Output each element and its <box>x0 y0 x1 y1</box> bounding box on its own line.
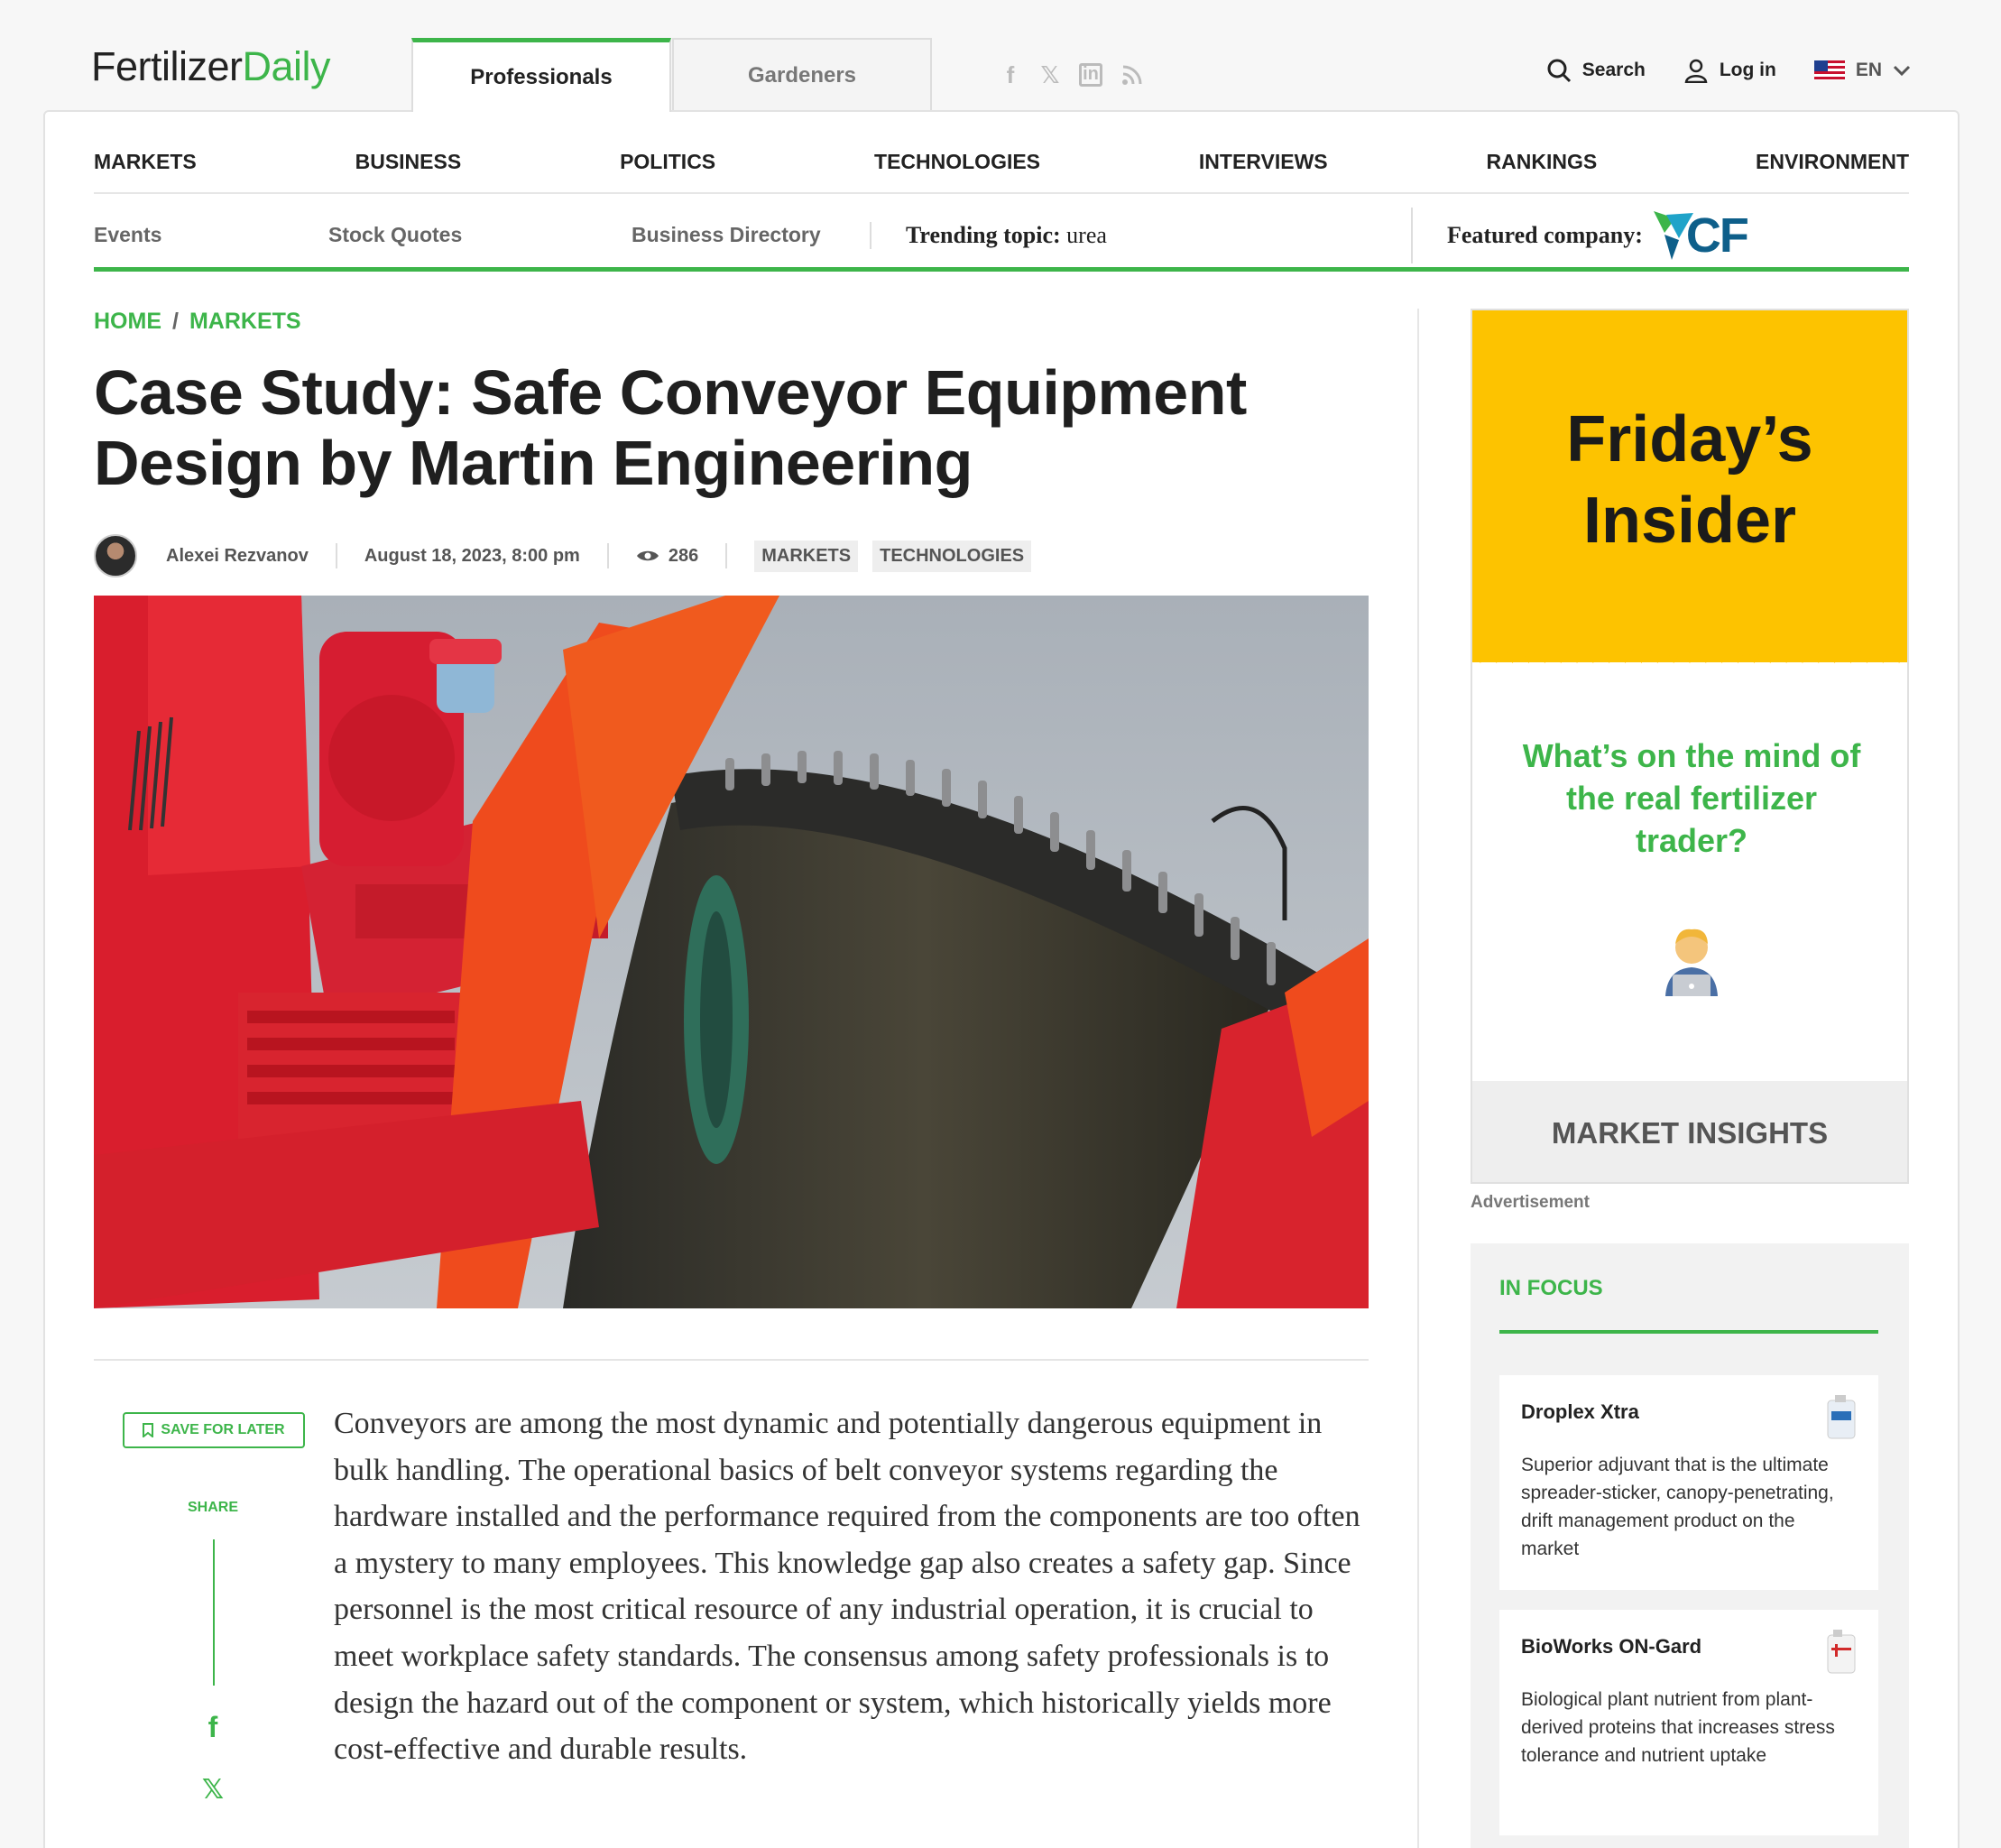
breadcrumb: HOME / MARKETS <box>94 309 301 335</box>
advertisement-banner[interactable]: Friday’s Insider What’s on the mind of t… <box>1471 309 1909 1184</box>
product-bottle-icon <box>1827 1395 1856 1439</box>
facebook-icon[interactable]: f <box>1000 63 1021 87</box>
login-button[interactable]: Log in <box>1683 58 1776 83</box>
focus-item-name: BioWorks ON-Gard <box>1521 1635 1702 1658</box>
nav-environment[interactable]: ENVIRONMENT <box>1756 150 1909 174</box>
trending-topic[interactable]: Trending topic: urea <box>870 221 1411 249</box>
search-button[interactable]: Search <box>1546 58 1646 83</box>
product-jug-icon <box>1827 1630 1856 1674</box>
search-label: Search <box>1581 60 1646 80</box>
trending-value: urea <box>1066 221 1107 248</box>
top-actions: Search Log in EN <box>1508 58 1911 83</box>
us-flag-icon <box>1813 60 1845 80</box>
bookmark-icon <box>143 1423 154 1437</box>
divider <box>725 543 728 568</box>
article-body: Conveyors are among the most dynamic and… <box>334 1407 1360 1767</box>
subnav-stock-quotes[interactable]: Stock Quotes <box>328 223 632 247</box>
hero-image <box>94 596 1369 1308</box>
trending-label: Trending topic: <box>906 221 1061 248</box>
subnav-events[interactable]: Events <box>94 223 328 247</box>
cf-logo[interactable]: CF <box>1653 208 1749 263</box>
article-title: Case Study: Safe Conveyor Equipment Desi… <box>94 357 1247 498</box>
nav-technologies[interactable]: TECHNOLOGIES <box>874 150 1040 174</box>
share-facebook-icon[interactable]: f <box>195 1711 231 1744</box>
column-divider <box>1417 309 1419 1848</box>
social-links: f 𝕏 in <box>1000 63 1142 87</box>
breadcrumb-markets[interactable]: MARKETS <box>189 309 301 334</box>
focus-item-name: Droplex Xtra <box>1521 1400 1639 1423</box>
divider <box>335 543 337 568</box>
top-bar: FertilizerDaily Professionals Gardeners … <box>0 0 2001 112</box>
rss-icon[interactable] <box>1120 63 1142 87</box>
ad-footer: MARKET INSIGHTS <box>1472 1081 1907 1182</box>
language-label: EN <box>1855 60 1882 80</box>
breadcrumb-separator: / <box>172 309 179 334</box>
in-focus-rule <box>1499 1330 1878 1334</box>
chevron-down-icon <box>1893 65 1911 77</box>
nav-politics[interactable]: POLITICS <box>620 150 715 174</box>
share-label: SHARE <box>187 1500 238 1515</box>
tab-gardeners[interactable]: Gardeners <box>672 38 932 112</box>
advertisement-label: Advertisement <box>1471 1193 1590 1212</box>
in-focus-panel: IN FOCUS Droplex Xtra Superior adjuvant … <box>1471 1243 1909 1848</box>
featured-label: Featured company: <box>1447 221 1643 248</box>
cf-logo-text: CF <box>1685 208 1749 263</box>
breadcrumb-home[interactable]: HOME <box>94 309 161 334</box>
person-laptop-icon <box>1665 929 1718 996</box>
ad-zigzag <box>1472 640 1907 663</box>
nav-rankings[interactable]: RANKINGS <box>1487 150 1598 174</box>
featured-company[interactable]: Featured company: CF <box>1411 207 1749 263</box>
x-icon[interactable]: 𝕏 <box>1039 63 1061 87</box>
nav-business[interactable]: BUSINESS <box>355 150 462 174</box>
ad-question: What’s on the mind of the real fertilize… <box>1522 737 1861 859</box>
user-icon <box>1684 59 1708 83</box>
ad-headline: Friday’s Insider <box>1472 399 1907 561</box>
subnav-business-directory[interactable]: Business Directory <box>632 223 870 247</box>
divider <box>94 1359 1369 1361</box>
share-x-icon[interactable]: 𝕏 <box>195 1774 231 1806</box>
main-nav: MARKETS BUSINESS POLITICS TECHNOLOGIES I… <box>94 131 1909 194</box>
sub-nav: Events Stock Quotes Business Directory T… <box>94 203 1909 272</box>
focus-item-description: Superior adjuvant that is the ultimate s… <box>1521 1455 1834 1559</box>
tab-professionals-label: Professionals <box>470 64 613 89</box>
tag-markets[interactable]: MARKETS <box>754 540 859 572</box>
search-icon <box>1547 59 1571 83</box>
in-focus-heading: IN FOCUS <box>1499 1276 1603 1300</box>
avatar[interactable] <box>94 534 137 578</box>
author-name[interactable]: Alexei Rezvanov <box>166 546 309 567</box>
save-label: SAVE FOR LATER <box>161 1422 285 1437</box>
tab-professionals[interactable]: Professionals <box>411 38 671 112</box>
focus-item-description: Biological plant nutrient from plant-der… <box>1521 1689 1835 1766</box>
save-for-later-button[interactable]: SAVE FOR LATER <box>123 1412 305 1448</box>
language-selector[interactable]: EN <box>1813 60 1911 81</box>
publish-date: August 18, 2023, 8:00 pm <box>364 545 580 566</box>
eye-icon <box>636 550 659 561</box>
share-line <box>213 1539 215 1686</box>
focus-item-droplex[interactable]: Droplex Xtra Superior adjuvant that is t… <box>1499 1375 1878 1590</box>
nav-interviews[interactable]: INTERVIEWS <box>1199 150 1328 174</box>
tab-gardeners-label: Gardeners <box>747 63 857 88</box>
tag-technologies[interactable]: TECHNOLOGIES <box>872 540 1032 572</box>
site-logo[interactable]: FertilizerDaily <box>91 43 331 90</box>
linkedin-icon[interactable]: in <box>1079 63 1102 87</box>
focus-item-bioworks[interactable]: BioWorks ON-Gard Biological plant nutrie… <box>1499 1610 1878 1835</box>
divider <box>606 543 609 568</box>
login-label: Log in <box>1719 60 1776 80</box>
nav-markets[interactable]: MARKETS <box>94 150 197 174</box>
ad-headline-line1: Friday’s <box>1566 403 1813 476</box>
article-meta: Alexei Rezvanov August 18, 2023, 8:00 pm… <box>94 532 1046 579</box>
view-count: 286 <box>668 545 699 566</box>
ad-headline-line2: Insider <box>1582 485 1797 557</box>
